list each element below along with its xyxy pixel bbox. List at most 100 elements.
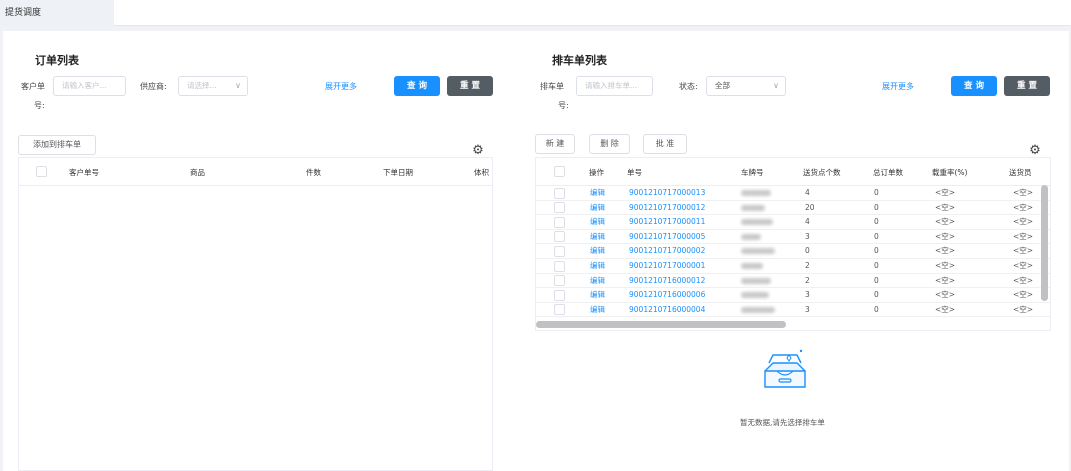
dispatch-no-input[interactable]: 请输入排车单... bbox=[576, 76, 653, 96]
select-all-checkbox-right[interactable] bbox=[554, 166, 565, 177]
plate-no-redacted bbox=[741, 306, 775, 313]
edit-link[interactable]: 编辑 bbox=[590, 244, 605, 258]
dispatch-no-label-suffix: 号: bbox=[558, 101, 569, 110]
dispatch-no-link[interactable]: 9001210717000002 bbox=[629, 244, 705, 258]
delivery-points-cell: 20 bbox=[805, 202, 815, 212]
load-rate-cell: <空> bbox=[935, 275, 956, 285]
query-button[interactable]: 查 询 bbox=[394, 76, 440, 96]
table-row[interactable]: 编辑 9001210716000006 3 0 <空> <空> bbox=[536, 288, 1050, 303]
dispatch-no-link[interactable]: 9001210717000013 bbox=[629, 186, 705, 200]
status-select[interactable]: 全部 ∨ bbox=[706, 76, 786, 96]
edit-link[interactable]: 编辑 bbox=[590, 259, 605, 273]
table-row[interactable]: 编辑 9001210717000013 4 0 <空> <空> bbox=[536, 186, 1050, 201]
table-row[interactable]: 编辑 9001210717000012 20 0 <空> <空> bbox=[536, 201, 1050, 216]
query-button-right[interactable]: 查 询 bbox=[951, 76, 997, 96]
empty-box-icon bbox=[759, 349, 811, 391]
delivery-points-cell: 3 bbox=[805, 231, 810, 241]
gear-icon-right[interactable]: ⚙ bbox=[1028, 144, 1042, 158]
load-rate-cell: <空> bbox=[935, 217, 956, 227]
row-checkbox[interactable] bbox=[554, 245, 565, 257]
total-orders-cell: 0 bbox=[874, 290, 879, 300]
gear-icon[interactable]: ⚙ bbox=[471, 144, 485, 158]
driver-cell: <空> bbox=[1013, 202, 1034, 212]
total-orders-cell: 0 bbox=[874, 188, 879, 197]
row-checkbox[interactable] bbox=[554, 231, 565, 243]
plate-no-redacted bbox=[741, 248, 775, 255]
new-button[interactable]: 新 建 bbox=[535, 134, 575, 154]
row-checkbox[interactable] bbox=[554, 187, 565, 199]
dispatch-no-link[interactable]: 9001210716000004 bbox=[629, 303, 705, 317]
tab-pickup-dispatch[interactable]: 提货调度 bbox=[0, 0, 114, 26]
col-load-rate: 载重率(%) bbox=[932, 168, 968, 177]
delivery-points-cell: 3 bbox=[805, 304, 810, 314]
row-checkbox[interactable] bbox=[554, 216, 565, 228]
row-checkbox[interactable] bbox=[554, 304, 565, 316]
reset-button[interactable]: 重 置 bbox=[447, 76, 493, 96]
delivery-points-cell: 4 bbox=[805, 188, 810, 197]
reset-button-right[interactable]: 重 置 bbox=[1004, 76, 1050, 96]
delivery-points-cell: 4 bbox=[805, 217, 810, 227]
driver-cell: <空> bbox=[1013, 290, 1034, 300]
driver-cell: <空> bbox=[1013, 231, 1034, 241]
main-content: 订单列表 客户单 号: 请输入客户... 供应商: 请选择... ∨ 展开更多 … bbox=[3, 31, 1069, 471]
status-label: 状态: bbox=[679, 82, 698, 91]
dispatch-no-link[interactable]: 9001210717000012 bbox=[629, 201, 705, 215]
total-orders-cell: 0 bbox=[874, 261, 879, 270]
empty-state-text: 暂无数据,请先选择排车单 bbox=[740, 418, 825, 427]
edit-link[interactable]: 编辑 bbox=[590, 274, 605, 288]
driver-cell: <空> bbox=[1013, 275, 1034, 285]
edit-link[interactable]: 编辑 bbox=[590, 215, 605, 229]
table-row[interactable]: 编辑 9001210717000011 4 0 <空> <空> bbox=[536, 215, 1050, 230]
select-all-checkbox[interactable] bbox=[36, 166, 47, 177]
load-rate-cell: <空> bbox=[935, 202, 956, 212]
dispatch-no-link[interactable]: 9001210717000001 bbox=[629, 259, 705, 273]
add-to-dispatch-button[interactable]: 添加到排车单 bbox=[18, 135, 96, 155]
vertical-scrollbar[interactable] bbox=[1041, 185, 1048, 301]
plate-no-redacted bbox=[741, 190, 771, 196]
col-product: 商品 bbox=[190, 168, 205, 177]
row-checkbox[interactable] bbox=[554, 275, 565, 287]
table-row[interactable]: 编辑 9001210716000004 3 0 <空> <空> bbox=[536, 303, 1050, 318]
edit-link[interactable]: 编辑 bbox=[590, 303, 605, 317]
load-rate-cell: <空> bbox=[935, 231, 956, 241]
approve-button[interactable]: 批 准 bbox=[643, 134, 687, 154]
supplier-select[interactable]: 请选择... ∨ bbox=[178, 76, 248, 96]
edit-link[interactable]: 编辑 bbox=[590, 230, 605, 244]
total-orders-cell: 0 bbox=[874, 217, 879, 227]
dispatch-table: 操作 单号 车牌号 送货点个数 总订单数 载重率(%) 送货员 编辑 900121… bbox=[535, 157, 1051, 331]
plate-no-redacted bbox=[741, 219, 773, 226]
col-plate-no: 车牌号 bbox=[741, 168, 764, 177]
horizontal-scrollbar[interactable] bbox=[536, 321, 786, 328]
status-value: 全部 bbox=[715, 81, 730, 90]
col-dispatch-no: 单号 bbox=[627, 168, 642, 177]
edit-link[interactable]: 编辑 bbox=[590, 186, 605, 200]
dispatch-table-header: 操作 单号 车牌号 送货点个数 总订单数 载重率(%) 送货员 bbox=[536, 158, 1050, 186]
edit-link[interactable]: 编辑 bbox=[590, 288, 605, 302]
customer-no-input[interactable]: 请输入客户... bbox=[53, 76, 126, 96]
dispatch-list-title: 排车单列表 bbox=[552, 54, 607, 67]
dispatch-no-link[interactable]: 9001210717000011 bbox=[629, 215, 705, 229]
edit-link[interactable]: 编辑 bbox=[590, 201, 605, 215]
load-rate-cell: <空> bbox=[935, 246, 956, 256]
order-table-header: 客户单号 商品 件数 下单日期 体积 bbox=[19, 158, 492, 186]
order-list-title: 订单列表 bbox=[35, 54, 79, 67]
table-row[interactable]: 编辑 9001210716000012 2 0 <空> <空> bbox=[536, 274, 1050, 289]
expand-more-link-right[interactable]: 展开更多 bbox=[882, 81, 914, 92]
dispatch-no-link[interactable]: 9001210717000005 bbox=[629, 230, 705, 244]
expand-more-link[interactable]: 展开更多 bbox=[325, 81, 357, 92]
dispatch-no-link[interactable]: 9001210716000006 bbox=[629, 288, 705, 302]
table-row[interactable]: 编辑 9001210717000001 2 0 <空> <空> bbox=[536, 259, 1050, 274]
total-orders-cell: 0 bbox=[874, 231, 879, 241]
row-checkbox[interactable] bbox=[554, 289, 565, 301]
row-checkbox[interactable] bbox=[554, 260, 565, 272]
dispatch-no-link[interactable]: 9001210716000012 bbox=[629, 274, 705, 288]
total-orders-cell: 0 bbox=[874, 275, 879, 285]
total-orders-cell: 0 bbox=[874, 304, 879, 314]
dispatch-no-label: 排车单 bbox=[540, 82, 564, 91]
delete-button[interactable]: 删 除 bbox=[589, 134, 630, 154]
table-row[interactable]: 编辑 9001210717000002 0 0 <空> <空> bbox=[536, 244, 1050, 259]
row-checkbox[interactable] bbox=[554, 202, 565, 214]
table-row[interactable]: 编辑 9001210717000005 3 0 <空> <空> bbox=[536, 230, 1050, 245]
driver-cell: <空> bbox=[1013, 261, 1034, 270]
driver-cell: <空> bbox=[1013, 188, 1034, 197]
